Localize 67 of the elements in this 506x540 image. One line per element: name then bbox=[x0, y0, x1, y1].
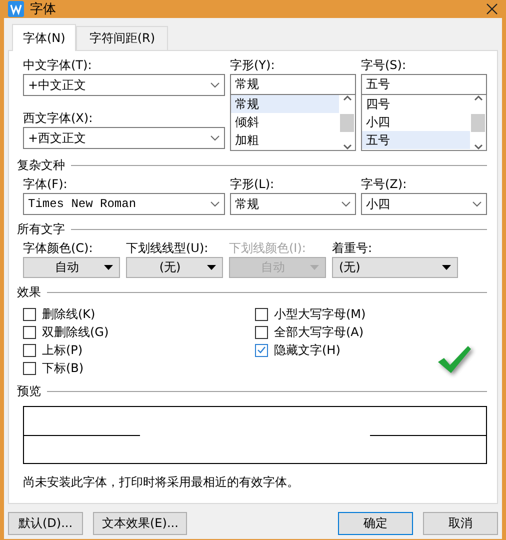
dropdown[interactable]: Times New Roman bbox=[23, 193, 225, 215]
font-dropdown[interactable]: +中文正文 bbox=[23, 74, 225, 96]
checkbox-label: 下标(B) bbox=[42, 360, 84, 376]
scroll-down-icon[interactable] bbox=[342, 144, 352, 150]
app-logo-icon bbox=[8, 1, 24, 17]
checkbox-label: 上标(P) bbox=[42, 342, 83, 358]
checkbox[interactable] bbox=[23, 362, 36, 374]
checkbox-label: 全部大写字母(A) bbox=[274, 324, 364, 340]
dropdown[interactable]: 小四 bbox=[361, 193, 487, 215]
field-label: 下划线颜色(I): bbox=[229, 240, 307, 257]
checkbox[interactable] bbox=[255, 326, 268, 338]
scroll-up-icon[interactable] bbox=[342, 95, 352, 101]
tab[interactable]: 字体(N) bbox=[12, 24, 76, 51]
checkbox-label: 删除线(K) bbox=[42, 306, 96, 322]
list-item[interactable]: 五号 bbox=[362, 131, 470, 149]
field-label: 西文字体(X): bbox=[23, 110, 94, 127]
dropdown[interactable]: (无) bbox=[332, 257, 458, 278]
section-title: 效果 bbox=[17, 284, 41, 301]
dropdown-arrow-icon bbox=[207, 265, 216, 270]
dropdown[interactable]: 常规 bbox=[230, 193, 356, 215]
checkbox[interactable] bbox=[23, 326, 36, 338]
dropdown[interactable]: (无) bbox=[126, 257, 223, 278]
section-title: 复杂文种 bbox=[17, 157, 65, 174]
ok-button[interactable]: 确定 bbox=[338, 512, 413, 535]
font-dropdown[interactable]: +西文正文 bbox=[23, 127, 225, 149]
checkbox[interactable] bbox=[255, 344, 268, 356]
field-label: 字形(L): bbox=[230, 176, 276, 193]
checkbox[interactable] bbox=[23, 344, 36, 356]
window-title: 字体 bbox=[30, 1, 57, 18]
cancel-button[interactable]: 取消 bbox=[423, 512, 498, 535]
tab[interactable]: 字符间距(R) bbox=[76, 26, 168, 51]
field-label: 字形(Y): bbox=[230, 57, 276, 74]
field-label: 中文字体(T): bbox=[23, 57, 93, 74]
note-text: 尚未安装此字体，打印时将采用最相近的有效字体。 bbox=[23, 474, 300, 491]
field-label: 下划线线型(U): bbox=[126, 240, 210, 257]
scroll-up-icon[interactable] bbox=[474, 95, 482, 101]
scrollbar[interactable] bbox=[339, 95, 355, 150]
input-field[interactable]: 五号 bbox=[361, 74, 487, 95]
close-icon[interactable] bbox=[486, 3, 498, 15]
checkbox-label: 双删除线(G) bbox=[42, 324, 109, 340]
chevron-down-icon bbox=[210, 201, 220, 207]
checkbox[interactable] bbox=[23, 308, 36, 320]
chevron-down-icon bbox=[210, 135, 220, 141]
chevron-down-icon bbox=[472, 201, 482, 207]
field-label: 字体(F): bbox=[23, 176, 68, 193]
field-label: 字号(Z): bbox=[361, 176, 408, 193]
section-title: 预览 bbox=[17, 383, 41, 400]
check-mark-icon bbox=[436, 344, 472, 376]
section-title: 所有文字 bbox=[17, 221, 65, 238]
dropdown-arrow-icon bbox=[442, 265, 451, 270]
dropdown-arrow-icon bbox=[104, 265, 113, 270]
chevron-down-icon bbox=[210, 82, 220, 88]
checkbox-label: 小型大写字母(M) bbox=[274, 306, 366, 322]
button[interactable]: 文本效果(E)... bbox=[93, 512, 188, 535]
list-item[interactable]: 常规 bbox=[231, 95, 339, 113]
dropdown[interactable]: 自动 bbox=[23, 257, 120, 278]
checkbox-label: 隐藏文字(H) bbox=[274, 342, 340, 358]
dropdown-arrow-icon bbox=[310, 265, 319, 270]
input-field[interactable]: 常规 bbox=[230, 74, 356, 95]
button[interactable]: 默认(D)... bbox=[8, 512, 83, 535]
field-label: 着重号: bbox=[332, 240, 374, 257]
field-label: 字体颜色(C): bbox=[23, 240, 94, 257]
checkbox[interactable] bbox=[255, 308, 268, 320]
scrollbar[interactable] bbox=[470, 95, 486, 150]
field-label: 字号(S): bbox=[361, 57, 408, 74]
chevron-down-icon bbox=[341, 201, 351, 207]
scroll-down-icon[interactable] bbox=[474, 144, 482, 150]
